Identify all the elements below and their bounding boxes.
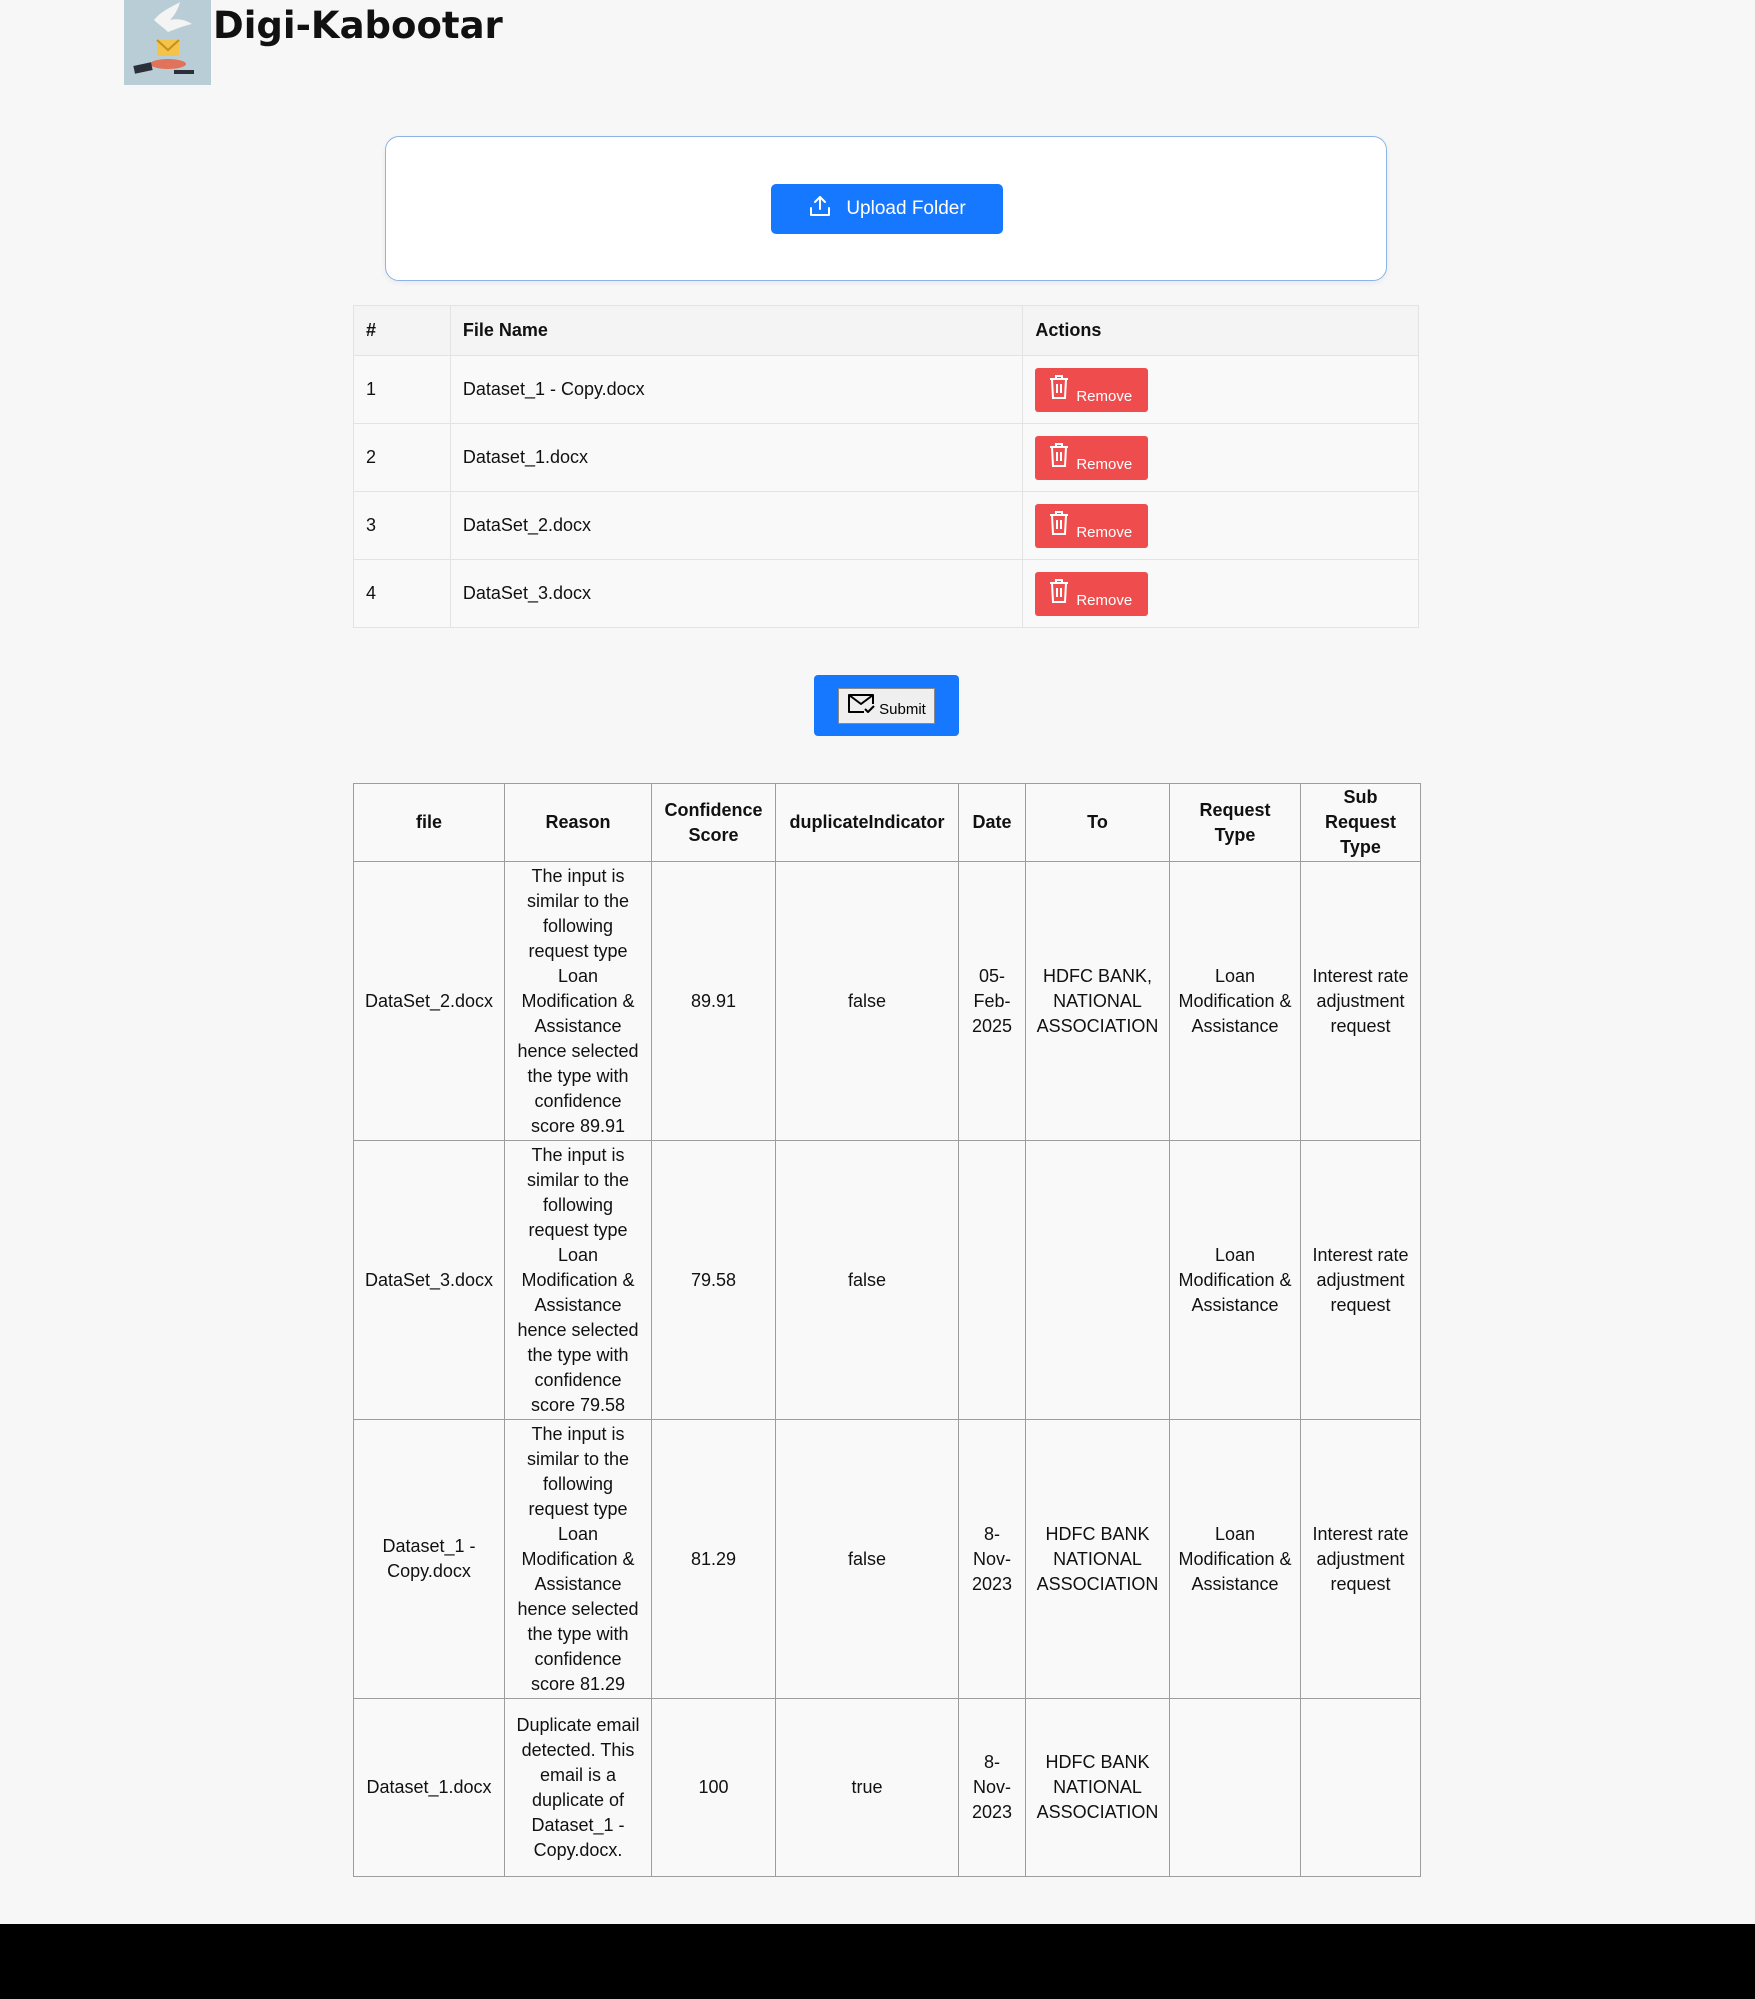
result-row: DataSet_3.docx The input is similar to t…: [353, 1140, 1421, 1420]
result-request-type: Loan Modification & Assistance: [1169, 861, 1301, 1141]
file-actions-cell: Remove: [1022, 423, 1419, 492]
upload-folder-button[interactable]: Upload Folder: [771, 184, 1003, 234]
app-header: Digi-Kabootar: [124, 0, 503, 85]
result-duplicate: false: [775, 861, 959, 1141]
submit-label: Submit: [879, 701, 926, 718]
column-header-confidence-score: Confidence Score: [651, 783, 776, 862]
remove-label: Remove: [1076, 591, 1133, 609]
result-reason: Duplicate email detected. This email is …: [504, 1698, 652, 1877]
result-confidence: 79.58: [651, 1140, 776, 1420]
submit-button-wrapper: Submit: [814, 675, 959, 736]
results-table: file Reason Confidence Score duplicateIn…: [353, 783, 1421, 1877]
result-file: Dataset_1.docx: [353, 1698, 505, 1877]
remove-button[interactable]: Remove: [1035, 571, 1149, 616]
file-name: DataSet_2.docx: [449, 491, 1024, 560]
result-row: Dataset_1 - Copy.docx The input is simil…: [353, 1419, 1421, 1699]
upload-folder-label: Upload Folder: [846, 198, 966, 219]
file-list-table: # File Name Actions 1 Dataset_1 - Copy.d…: [353, 305, 1419, 628]
file-actions-cell: Remove: [1022, 491, 1419, 560]
result-reason: The input is similar to the following re…: [504, 1140, 652, 1420]
column-header-index: #: [353, 305, 451, 356]
result-sub-request-type: Interest rate adjustment request: [1300, 1419, 1421, 1699]
file-name: Dataset_1.docx: [449, 423, 1024, 492]
file-actions-cell: Remove: [1022, 559, 1419, 628]
file-index: 1: [353, 355, 451, 424]
mail-check-icon: [847, 692, 875, 720]
column-header-sub-request-type: Sub Request Type: [1300, 783, 1421, 862]
column-header-duplicate-indicator: duplicateIndicator: [775, 783, 959, 862]
result-duplicate: true: [775, 1698, 959, 1877]
column-header-to: To: [1025, 783, 1170, 862]
results-header-row: file Reason Confidence Score duplicateIn…: [353, 783, 1421, 862]
column-header-date: Date: [958, 783, 1026, 862]
file-row: 1 Dataset_1 - Copy.docx Remove: [353, 355, 1419, 424]
column-header-reason: Reason: [504, 783, 652, 862]
result-date: 05-Feb-2025: [958, 861, 1026, 1141]
file-row: 3 DataSet_2.docx Remove: [353, 491, 1419, 560]
result-confidence: 89.91: [651, 861, 776, 1141]
file-row: 2 Dataset_1.docx Remove: [353, 423, 1419, 492]
result-row: Dataset_1.docx Duplicate email detected.…: [353, 1698, 1421, 1877]
column-header-file-name: File Name: [449, 305, 1024, 356]
result-date: 8-Nov-2023: [958, 1419, 1026, 1699]
file-actions-cell: Remove: [1022, 355, 1419, 424]
file-index: 3: [353, 491, 451, 560]
remove-label: Remove: [1076, 387, 1133, 405]
remove-button[interactable]: Remove: [1035, 435, 1149, 480]
upload-card: Upload Folder: [385, 136, 1387, 281]
result-confidence: 81.29: [651, 1419, 776, 1699]
submit-button[interactable]: Submit: [838, 687, 935, 724]
result-file: DataSet_2.docx: [353, 861, 505, 1141]
trash-icon: [1048, 374, 1070, 404]
result-sub-request-type: Interest rate adjustment request: [1300, 861, 1421, 1141]
file-table-header-row: # File Name Actions: [353, 305, 1419, 356]
result-duplicate: false: [775, 1140, 959, 1420]
result-to: HDFC BANK, NATIONAL ASSOCIATION: [1025, 861, 1170, 1141]
remove-label: Remove: [1076, 455, 1133, 473]
remove-label: Remove: [1076, 523, 1133, 541]
result-confidence: 100: [651, 1698, 776, 1877]
result-date: [958, 1140, 1026, 1420]
file-row: 4 DataSet_3.docx Remove: [353, 559, 1419, 628]
result-reason: The input is similar to the following re…: [504, 861, 652, 1141]
file-index: 2: [353, 423, 451, 492]
column-header-request-type: Request Type: [1169, 783, 1301, 862]
bottom-black-bar: [0, 1924, 1755, 1999]
result-row: DataSet_2.docx The input is similar to t…: [353, 861, 1421, 1141]
upload-icon: [808, 194, 832, 224]
result-duplicate: false: [775, 1419, 959, 1699]
result-to: HDFC BANK NATIONAL ASSOCIATION: [1025, 1698, 1170, 1877]
result-to: [1025, 1140, 1170, 1420]
app-title: Digi-Kabootar: [213, 4, 503, 47]
remove-button[interactable]: Remove: [1035, 367, 1149, 412]
result-request-type: Loan Modification & Assistance: [1169, 1419, 1301, 1699]
result-request-type: [1169, 1698, 1301, 1877]
result-request-type: Loan Modification & Assistance: [1169, 1140, 1301, 1420]
file-name: DataSet_3.docx: [449, 559, 1024, 628]
trash-icon: [1048, 578, 1070, 608]
result-file: DataSet_3.docx: [353, 1140, 505, 1420]
column-header-file: file: [353, 783, 505, 862]
result-sub-request-type: [1300, 1698, 1421, 1877]
file-name: Dataset_1 - Copy.docx: [449, 355, 1024, 424]
result-date: 8-Nov-2023: [958, 1698, 1026, 1877]
remove-button[interactable]: Remove: [1035, 503, 1149, 548]
column-header-actions: Actions: [1022, 305, 1419, 356]
trash-icon: [1048, 442, 1070, 472]
result-sub-request-type: Interest rate adjustment request: [1300, 1140, 1421, 1420]
file-index: 4: [353, 559, 451, 628]
dove-mail-logo: [124, 0, 211, 85]
result-to: HDFC BANK NATIONAL ASSOCIATION: [1025, 1419, 1170, 1699]
trash-icon: [1048, 510, 1070, 540]
result-reason: The input is similar to the following re…: [504, 1419, 652, 1699]
result-file: Dataset_1 - Copy.docx: [353, 1419, 505, 1699]
